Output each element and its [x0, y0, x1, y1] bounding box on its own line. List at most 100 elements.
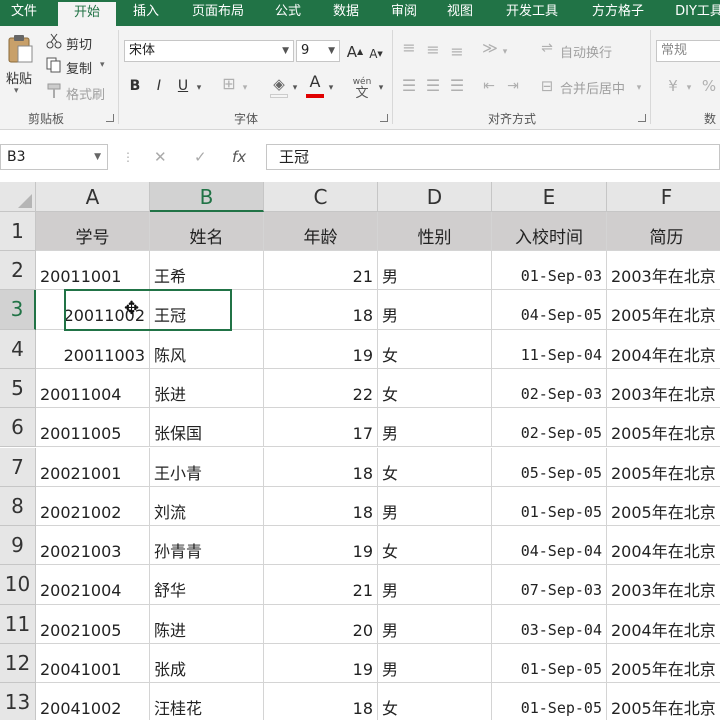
row-header-11[interactable]: 11	[0, 604, 36, 644]
table-cell-date[interactable]: 04-Sep-05	[492, 290, 607, 330]
row-header-10[interactable]: 10	[0, 565, 36, 605]
accounting-dropdown-icon[interactable]: ▾	[684, 80, 694, 96]
row-header-8[interactable]: 8	[0, 486, 36, 527]
table-cell-sex[interactable]: 男	[378, 251, 492, 291]
paste-dropdown-icon[interactable]: ▾	[14, 86, 19, 96]
wrap-text-button[interactable]: 自动换行	[560, 42, 612, 61]
table-cell-age[interactable]: 21	[264, 251, 378, 291]
merge-dropdown-icon[interactable]: ▾	[634, 80, 644, 96]
column-header-f[interactable]: F	[607, 182, 720, 212]
fill-color-icon[interactable]: ◈	[270, 76, 288, 92]
table-cell-date[interactable]: 01-Sep-05	[492, 486, 607, 527]
border-dropdown-icon[interactable]: ▾	[240, 80, 250, 96]
table-cell-date[interactable]: 11-Sep-04	[492, 329, 607, 369]
table-cell-date[interactable]: 01-Sep-05	[492, 683, 607, 720]
table-cell-resume[interactable]: 2005年在北京	[607, 644, 720, 684]
table-cell-date[interactable]: 03-Sep-04	[492, 604, 607, 644]
table-cell-date[interactable]: 05-Sep-05	[492, 447, 607, 487]
border-icon[interactable]: ⊞	[220, 76, 238, 92]
column-header-b[interactable]: B	[150, 182, 264, 212]
align-middle-icon[interactable]: ≡	[424, 42, 442, 58]
table-cell-id[interactable]: 20011005	[36, 408, 150, 448]
table-cell-age[interactable]: 17	[264, 408, 378, 448]
row-header-4[interactable]: 4	[0, 329, 36, 369]
table-cell-resume[interactable]: 2004年在北京	[607, 605, 720, 644]
table-cell-resume[interactable]: 2003年在北京	[607, 565, 720, 605]
table-cell-age[interactable]: 19	[264, 526, 378, 566]
table-cell-age[interactable]: 20	[264, 604, 378, 644]
table-cell-resume[interactable]: 2005年在北京	[607, 448, 720, 487]
table-cell-sex[interactable]: 女	[378, 368, 492, 409]
table-cell-sex[interactable]: 男	[378, 604, 492, 644]
table-cell-resume[interactable]: 2005年在北京	[607, 487, 720, 527]
font-color-dropdown-icon[interactable]: ▾	[326, 80, 336, 96]
table-cell-date[interactable]: 02-Sep-05	[492, 408, 607, 448]
table-cell-sex[interactable]: 男	[378, 565, 492, 605]
table-cell-resume[interactable]: 2004年在北京	[607, 526, 720, 566]
table-cell-name[interactable]: 舒华	[150, 565, 264, 605]
tab-formulas[interactable]: 公式	[264, 0, 312, 26]
row-header-12[interactable]: 12	[0, 644, 36, 684]
table-cell-date[interactable]: 02-Sep-03	[492, 368, 607, 409]
table-cell-id[interactable]: 20021001	[36, 447, 150, 487]
percent-icon[interactable]: %	[700, 78, 718, 94]
paste-button-label[interactable]: 粘贴	[6, 68, 32, 87]
table-cell-resume[interactable]: 2003年在北京	[607, 369, 720, 409]
wrap-text-icon[interactable]: ⇌	[538, 40, 556, 56]
underline-dropdown-icon[interactable]: ▾	[194, 80, 204, 96]
column-header-c[interactable]: C	[264, 182, 378, 212]
table-cell-date[interactable]: 01-Sep-03	[492, 251, 607, 291]
decrease-indent-icon[interactable]: ⇤	[480, 78, 498, 94]
table-cell-age[interactable]: 18	[264, 486, 378, 527]
confirm-icon[interactable]: ✓	[194, 148, 207, 166]
cancel-icon[interactable]: ✕	[154, 148, 167, 166]
table-cell-age[interactable]: 21	[264, 565, 378, 605]
row-header-2[interactable]: 2	[0, 251, 36, 291]
table-cell-resume[interactable]: 2004年在北京	[607, 330, 720, 369]
format-painter-icon[interactable]	[46, 83, 62, 99]
table-cell-date[interactable]: 04-Sep-04	[492, 526, 607, 566]
row-header-3[interactable]: 3	[0, 290, 36, 330]
table-cell-name[interactable]: 刘流	[150, 486, 264, 527]
header-cell[interactable]: 年龄	[264, 212, 378, 251]
font-size-select[interactable]: 9 ▼	[296, 40, 340, 62]
paste-icon[interactable]	[6, 34, 34, 64]
clipboard-launcher-icon[interactable]	[106, 114, 114, 122]
table-cell-resume[interactable]: 2005年在北京	[607, 408, 720, 448]
select-all-button[interactable]	[0, 182, 36, 212]
column-header-a[interactable]: A	[36, 182, 150, 212]
table-cell-age[interactable]: 19	[264, 329, 378, 369]
italic-button[interactable]: I	[152, 78, 166, 94]
table-cell-name[interactable]: 张保国	[150, 408, 264, 448]
table-cell-age[interactable]: 18	[264, 683, 378, 720]
decrease-font-size-icon[interactable]: A▼	[368, 46, 384, 62]
column-header-e[interactable]: E	[492, 182, 607, 212]
fill-dropdown-icon[interactable]: ▾	[290, 80, 300, 96]
table-cell-sex[interactable]: 女	[378, 329, 492, 369]
table-cell-resume[interactable]: 2003年在北京	[607, 251, 720, 291]
row-header-5[interactable]: 5	[0, 368, 36, 409]
table-cell-name[interactable]: 孙青青	[150, 526, 264, 566]
table-cell-name[interactable]: 张进	[150, 368, 264, 409]
bold-button[interactable]: B	[128, 78, 142, 94]
column-header-d[interactable]: D	[378, 182, 492, 212]
header-cell[interactable]: 姓名	[150, 212, 264, 251]
header-cell[interactable]: 学号	[36, 212, 150, 251]
header-cell[interactable]: 入校时间	[492, 212, 607, 251]
table-cell-id[interactable]: 20041001	[36, 644, 150, 684]
orientation-icon[interactable]: ≫	[480, 40, 500, 56]
tab-view[interactable]: 视图	[436, 0, 484, 26]
row-header-6[interactable]: 6	[0, 408, 36, 448]
tab-developer[interactable]: 开发工具	[494, 0, 570, 26]
formula-input[interactable]: 王冠	[266, 144, 720, 170]
align-left-icon[interactable]: ☰	[400, 78, 418, 94]
table-cell-age[interactable]: 18	[264, 290, 378, 330]
font-launcher-icon[interactable]	[380, 114, 388, 122]
phonetic-dropdown-icon[interactable]: ▾	[376, 80, 386, 96]
table-cell-id[interactable]: 20021003	[36, 526, 150, 566]
align-bottom-icon[interactable]: ≡	[448, 44, 466, 60]
table-cell-id[interactable]: 20011003	[36, 329, 150, 369]
table-cell-id[interactable]: 20021004	[36, 565, 150, 605]
table-cell-sex[interactable]: 男	[378, 290, 492, 330]
table-cell-sex[interactable]: 女	[378, 447, 492, 487]
